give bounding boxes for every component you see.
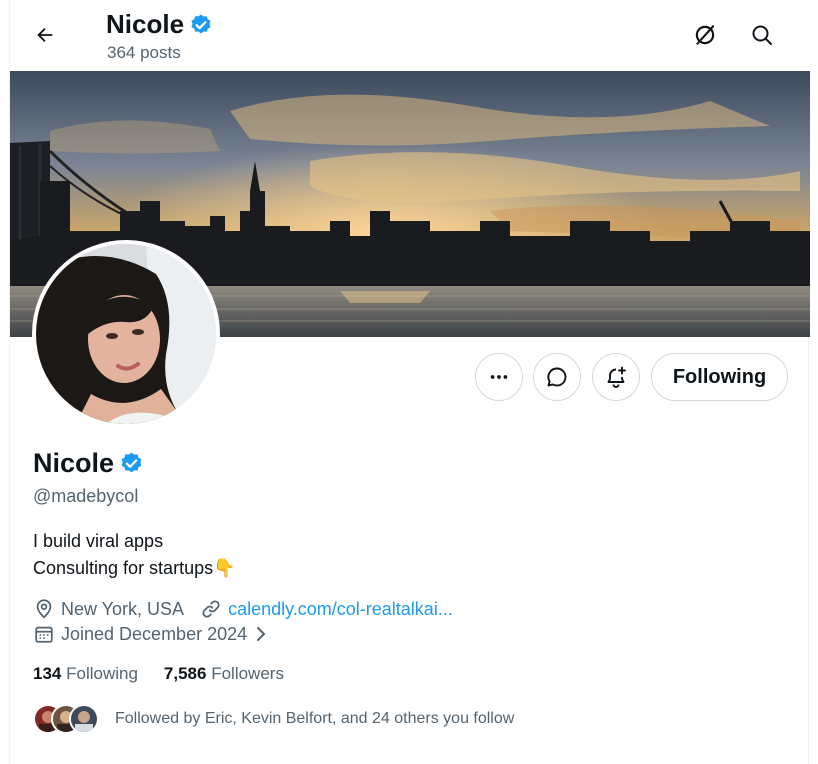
link-icon bbox=[200, 598, 222, 620]
followers-count: 7,586 bbox=[163, 664, 207, 683]
more-icon bbox=[490, 375, 508, 379]
verified-badge-icon bbox=[191, 14, 211, 33]
profile-name: Nicole bbox=[33, 448, 115, 478]
pointing-down-emoji: 👇 bbox=[213, 558, 236, 578]
profile-stats: 134 Following 7,586 Followers bbox=[33, 664, 284, 684]
notification-bell-icon bbox=[607, 366, 626, 388]
verified-badge-icon[interactable] bbox=[119, 451, 144, 476]
search-icon bbox=[752, 25, 772, 45]
followed-by-text: Followed by Eric, Kevin Belfort, and 24 … bbox=[115, 710, 515, 727]
header-title: Nicole bbox=[106, 9, 213, 40]
following-stat[interactable]: 134 Following bbox=[33, 664, 138, 684]
follower-avatar bbox=[69, 704, 99, 734]
search-button[interactable] bbox=[744, 17, 780, 53]
chevron-right-icon bbox=[253, 624, 269, 644]
profile-meta-row-1: New York, USA calendly.com/col-realtalka… bbox=[33, 598, 453, 620]
message-button[interactable] bbox=[533, 353, 581, 401]
calendar-icon bbox=[33, 623, 55, 645]
profile-location: New York, USA bbox=[61, 598, 185, 619]
more-button[interactable] bbox=[475, 353, 523, 401]
bio-line-2: Consulting for startups bbox=[33, 558, 214, 578]
following-count: 134 bbox=[33, 664, 62, 683]
profile-joined-row[interactable]: Joined December 2024 bbox=[33, 623, 269, 645]
header-post-count: 364 posts bbox=[107, 43, 181, 62]
profile-handle: @madebycol bbox=[33, 486, 139, 506]
profile-website-link[interactable]: calendly.com/col-realtalkai... bbox=[228, 599, 453, 620]
profile-bio: I build viral apps Consulting for startu… bbox=[33, 528, 236, 582]
profile-name-row: Nicole bbox=[33, 448, 144, 479]
following-label: Following bbox=[66, 664, 138, 683]
grok-icon bbox=[695, 25, 715, 45]
profile-page: Nicole 364 posts Following Nicole @madeb… bbox=[9, 0, 810, 764]
followers-label: Followers bbox=[211, 664, 284, 683]
grok-button[interactable] bbox=[687, 17, 723, 53]
followers-stat[interactable]: 7,586 Followers bbox=[164, 664, 284, 684]
location-pin-icon bbox=[33, 598, 55, 620]
bio-line-2-row: Consulting for startups👇 bbox=[33, 555, 236, 582]
back-arrow-icon bbox=[37, 27, 53, 43]
header-name: Nicole bbox=[106, 9, 185, 39]
bio-line-1: I build viral apps bbox=[33, 531, 164, 551]
profile-joined: Joined December 2024 bbox=[61, 623, 248, 644]
message-icon bbox=[547, 367, 567, 387]
following-button[interactable]: Following bbox=[651, 353, 788, 401]
notifications-button[interactable] bbox=[592, 353, 640, 401]
followed-by-row[interactable]: Followed by Eric, Kevin Belfort, and 24 … bbox=[33, 704, 514, 734]
profile-avatar[interactable] bbox=[32, 240, 220, 428]
back-button[interactable] bbox=[28, 18, 62, 52]
top-bar: Nicole 364 posts bbox=[10, 0, 810, 71]
